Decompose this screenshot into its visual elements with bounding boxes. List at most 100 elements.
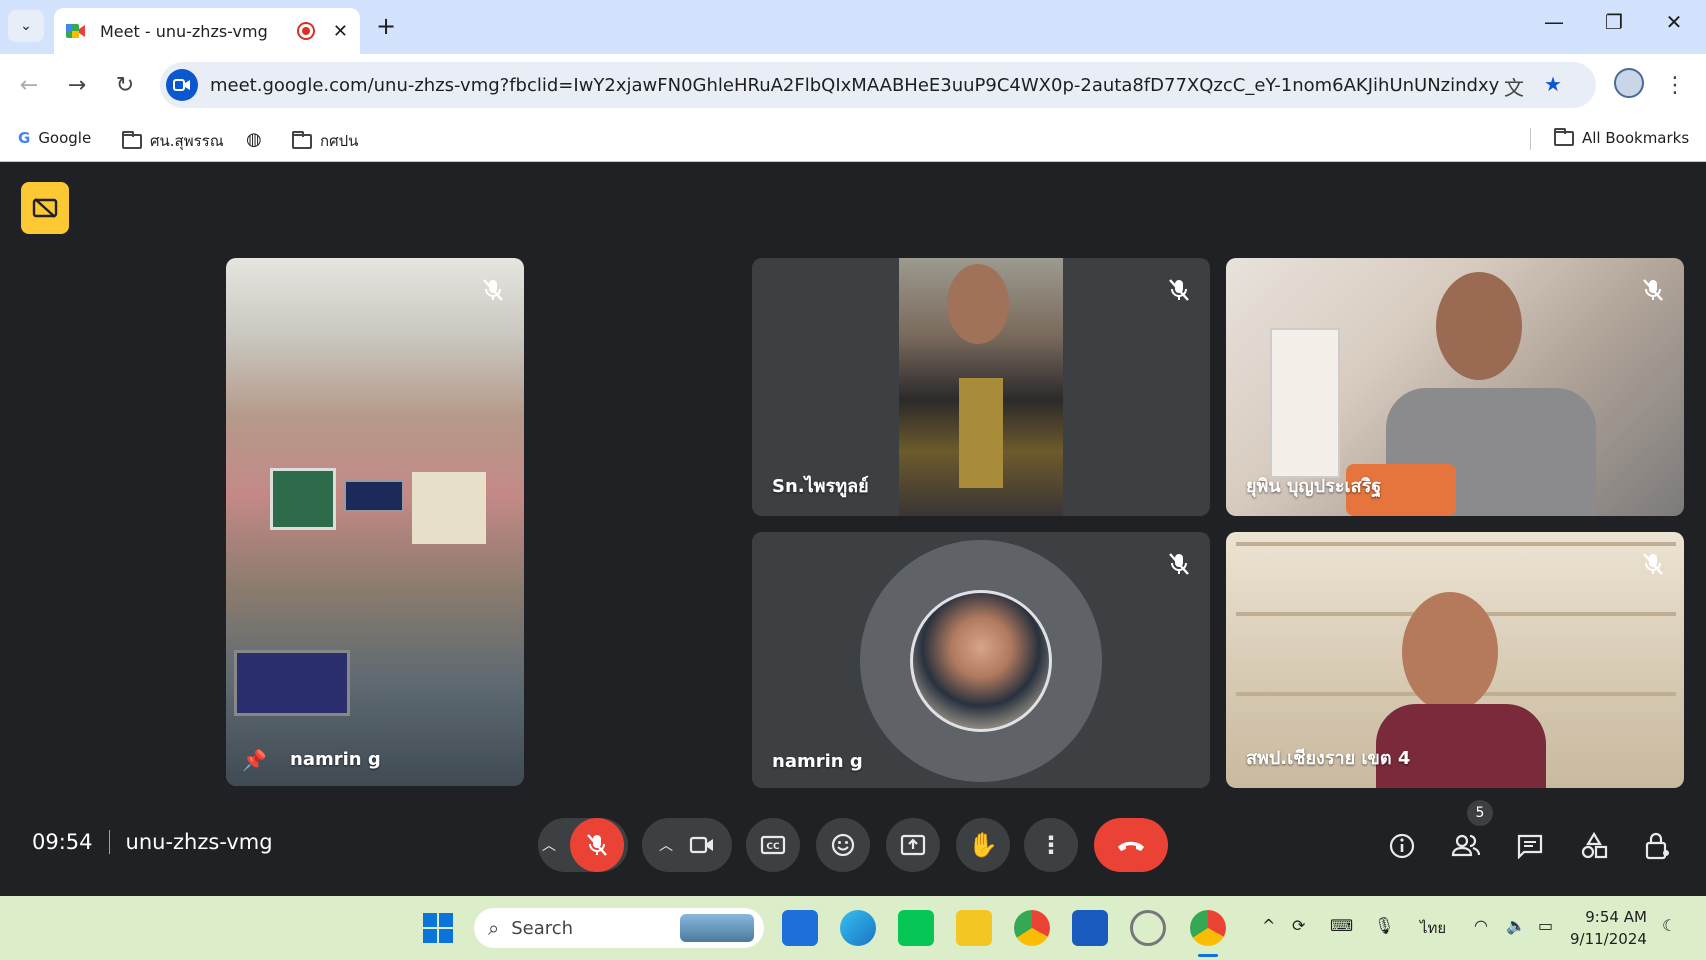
- captions-button[interactable]: CC: [746, 818, 800, 872]
- keyboard-icon[interactable]: ⌨: [1330, 916, 1353, 935]
- show-hidden-icons-icon[interactable]: ^: [1262, 916, 1275, 935]
- chat-button[interactable]: [1510, 826, 1550, 866]
- shelf: [1270, 328, 1340, 478]
- restore-icon[interactable]: ❐: [1594, 10, 1634, 34]
- close-tab-icon[interactable]: ✕: [333, 21, 348, 42]
- close-window-icon[interactable]: ✕: [1654, 10, 1694, 34]
- classroom-board: [270, 468, 336, 530]
- face: [1402, 592, 1498, 712]
- participant-tile-4[interactable]: namrin g: [752, 532, 1210, 788]
- microphone-icon[interactable]: 🎙: [1374, 916, 1394, 935]
- participant-tile-1[interactable]: 📌 namrin g: [226, 258, 524, 786]
- participant-name: namrin g: [290, 749, 381, 770]
- taskbar-clock[interactable]: 9:54 AM 9/11/2024: [1570, 906, 1647, 950]
- browser-tab-meet[interactable]: Meet - unu-zhzs-vmg ✕: [54, 8, 360, 54]
- folder-icon: [292, 130, 312, 149]
- avatar: [910, 590, 1052, 732]
- divider: [108, 830, 110, 854]
- windows-start-icon[interactable]: [422, 912, 454, 944]
- mic-off-icon: [1643, 279, 1663, 301]
- chrome-profile-icon[interactable]: [1014, 910, 1050, 946]
- bookmark-globe[interactable]: ◍: [246, 129, 262, 150]
- recording-icon: [296, 22, 315, 40]
- mail-app-icon[interactable]: [782, 910, 818, 946]
- all-bookmarks[interactable]: All Bookmarks: [1554, 127, 1690, 147]
- laptop-screen: [234, 650, 350, 716]
- face: [1436, 272, 1522, 380]
- clock-date: 9/11/2024: [1570, 930, 1647, 948]
- people-button[interactable]: [1446, 826, 1486, 866]
- word-app-icon[interactable]: [1072, 910, 1108, 946]
- shelf-line: [1236, 542, 1676, 546]
- volume-icon[interactable]: 🔈: [1506, 916, 1526, 935]
- windows-taskbar: ⌕ Search ^ ⟳ ⌨ 🎙 ไทย ◠ 🔈 ▭ 9:54 AM 9/11/…: [0, 896, 1706, 960]
- meeting-time: 09:54: [32, 830, 93, 854]
- tab-search-button[interactable]: ⌄: [8, 10, 44, 42]
- captions-off-indicator[interactable]: [21, 182, 69, 234]
- reactions-button[interactable]: [816, 818, 870, 872]
- tab-title: Meet - unu-zhzs-vmg: [100, 21, 268, 41]
- meeting-details-button[interactable]: [1382, 826, 1422, 866]
- camera-button[interactable]: [689, 835, 715, 855]
- taskbar-search[interactable]: ⌕ Search: [474, 908, 764, 948]
- new-tab-button[interactable]: +: [376, 12, 396, 40]
- bookmarks-bar: G Google ศน.สุพรรณ ◍ กศปน All Bookmarks: [0, 116, 1706, 162]
- people-icon: [1451, 834, 1481, 857]
- participant-tile-2[interactable]: Sn.ไพรทูลย์: [752, 258, 1210, 516]
- sync-icon[interactable]: ⟳: [1292, 916, 1305, 935]
- chrome-active-icon[interactable]: [1190, 910, 1226, 946]
- bookmark-google[interactable]: G Google: [18, 129, 91, 147]
- bookmark-folder-2[interactable]: กศปน: [292, 129, 358, 153]
- host-controls-button[interactable]: [1638, 826, 1678, 866]
- info-icon: [1389, 833, 1415, 859]
- classroom-poster: [412, 472, 486, 544]
- audio-options-chevron-icon[interactable]: ︿: [542, 835, 556, 855]
- bookmark-label: All Bookmarks: [1582, 129, 1690, 147]
- shirt: [959, 378, 1003, 488]
- file-explorer-icon[interactable]: [956, 910, 992, 946]
- bookmark-divider: [1530, 128, 1531, 150]
- hang-up-icon: [1118, 841, 1144, 851]
- menu-dots-icon[interactable]: ⋮: [1658, 68, 1692, 102]
- back-icon[interactable]: ←: [12, 68, 46, 102]
- camera-control-group: ︿: [642, 818, 732, 872]
- language-indicator[interactable]: ไทย: [1420, 916, 1446, 940]
- line-app-icon[interactable]: [898, 910, 934, 946]
- emoji-icon: [831, 833, 855, 857]
- activities-button[interactable]: [1574, 826, 1614, 866]
- bookmark-star-icon[interactable]: ★: [1544, 72, 1562, 96]
- battery-icon[interactable]: ▭: [1538, 916, 1553, 935]
- forward-icon[interactable]: →: [60, 68, 94, 102]
- participant-name: Sn.ไพรทูลย์: [772, 476, 869, 497]
- folder-icon: [122, 130, 142, 149]
- reload-icon[interactable]: ↻: [108, 68, 142, 102]
- leave-call-button[interactable]: [1094, 818, 1168, 872]
- copilot-app-icon[interactable]: [1130, 910, 1166, 946]
- profile-avatar[interactable]: [1614, 68, 1644, 98]
- participant-tile-3[interactable]: ยุพิน บุญประเสริฐ: [1226, 258, 1684, 516]
- mic-off-icon: [483, 279, 503, 301]
- participant-name: namrin g: [772, 751, 863, 772]
- browser-toolbar: ← → ↻ meet.google.com/unu-zhzs-vmg?fbcli…: [0, 54, 1706, 116]
- wifi-icon[interactable]: ◠: [1474, 916, 1488, 935]
- translate-icon[interactable]: 文: [1504, 72, 1524, 101]
- clock-time: 9:54 AM: [1585, 908, 1647, 926]
- edge-browser-icon[interactable]: [840, 910, 876, 946]
- mic-off-icon: [587, 834, 607, 856]
- minimize-icon[interactable]: —: [1534, 10, 1574, 34]
- raise-hand-button[interactable]: ✋: [956, 818, 1010, 872]
- site-info-icon[interactable]: [166, 69, 198, 101]
- svg-text:CC: CC: [766, 842, 780, 852]
- mic-toggle-button[interactable]: [570, 818, 624, 872]
- bookmark-folder-1[interactable]: ศน.สุพรรณ: [122, 129, 224, 153]
- do-not-disturb-icon[interactable]: ☾: [1662, 916, 1676, 935]
- mic-off-icon: [1169, 553, 1189, 575]
- pin-icon[interactable]: 📌: [242, 748, 267, 772]
- more-options-button[interactable]: ⋮: [1024, 818, 1078, 872]
- participant-name: สพป.เชียงราย เขต 4: [1246, 748, 1411, 769]
- present-button[interactable]: [886, 818, 940, 872]
- closed-captions-icon: CC: [760, 835, 786, 855]
- participant-tile-5[interactable]: สพป.เชียงราย เขต 4: [1226, 532, 1684, 788]
- video-options-chevron-icon[interactable]: ︿: [659, 835, 673, 855]
- address-bar[interactable]: meet.google.com/unu-zhzs-vmg?fbclid=IwY2…: [160, 62, 1596, 108]
